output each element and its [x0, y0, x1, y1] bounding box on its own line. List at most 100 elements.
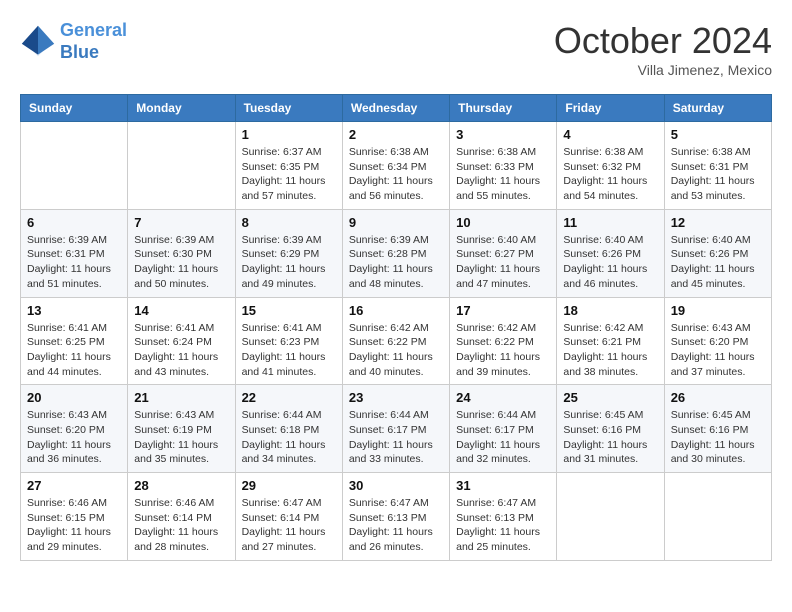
column-header-tuesday: Tuesday	[235, 95, 342, 122]
day-number: 9	[349, 215, 443, 230]
day-content: Sunrise: 6:47 AM Sunset: 6:13 PM Dayligh…	[456, 496, 550, 555]
day-number: 7	[134, 215, 228, 230]
day-number: 18	[563, 303, 657, 318]
logo-icon	[20, 24, 56, 60]
day-number: 6	[27, 215, 121, 230]
calendar-cell: 20 Sunrise: 6:43 AM Sunset: 6:20 PM Dayli…	[21, 385, 128, 473]
calendar-cell	[128, 122, 235, 210]
calendar-cell: 22Sunrise: 6:44 AM Sunset: 6:18 PM Dayli…	[235, 385, 342, 473]
calendar-cell: 16 Sunrise: 6:42 AM Sunset: 6:22 PM Dayli…	[342, 297, 449, 385]
day-content: Sunrise: 6:40 AM Sunset: 6:26 PM Dayligh…	[563, 233, 657, 292]
calendar-cell: 10 Sunrise: 6:40 AM Sunset: 6:27 PM Dayli…	[450, 209, 557, 297]
day-number: 28	[134, 478, 228, 493]
day-number: 14	[134, 303, 228, 318]
calendar-cell: 24Sunrise: 6:44 AM Sunset: 6:17 PM Dayli…	[450, 385, 557, 473]
calendar-cell: 6 Sunrise: 6:39 AM Sunset: 6:31 PM Daylig…	[21, 209, 128, 297]
column-header-sunday: Sunday	[21, 95, 128, 122]
day-content: Sunrise: 6:41 AM Sunset: 6:25 PM Dayligh…	[27, 321, 121, 380]
day-number: 25	[563, 390, 657, 405]
column-header-saturday: Saturday	[664, 95, 771, 122]
day-content: Sunrise: 6:41 AM Sunset: 6:23 PM Dayligh…	[242, 321, 336, 380]
day-number: 30	[349, 478, 443, 493]
calendar-week-3: 13 Sunrise: 6:41 AM Sunset: 6:25 PM Dayli…	[21, 297, 772, 385]
page-header: General Blue October 2024 Villa Jimenez,…	[20, 20, 772, 78]
calendar-cell: 4Sunrise: 6:38 AM Sunset: 6:32 PM Daylig…	[557, 122, 664, 210]
logo-text: General Blue	[60, 20, 127, 63]
calendar-table: SundayMondayTuesdayWednesdayThursdayFrid…	[20, 94, 772, 561]
day-content: Sunrise: 6:46 AM Sunset: 6:15 PM Dayligh…	[27, 496, 121, 555]
day-number: 12	[671, 215, 765, 230]
day-content: Sunrise: 6:45 AM Sunset: 6:16 PM Dayligh…	[563, 408, 657, 467]
column-header-monday: Monday	[128, 95, 235, 122]
calendar-cell: 23Sunrise: 6:44 AM Sunset: 6:17 PM Dayli…	[342, 385, 449, 473]
calendar-week-5: 27 Sunrise: 6:46 AM Sunset: 6:15 PM Dayli…	[21, 473, 772, 561]
column-header-wednesday: Wednesday	[342, 95, 449, 122]
calendar-cell: 26 Sunrise: 6:45 AM Sunset: 6:16 PM Dayli…	[664, 385, 771, 473]
day-number: 13	[27, 303, 121, 318]
day-number: 20	[27, 390, 121, 405]
day-content: Sunrise: 6:38 AM Sunset: 6:32 PM Dayligh…	[563, 145, 657, 204]
day-content: Sunrise: 6:47 AM Sunset: 6:14 PM Dayligh…	[242, 496, 336, 555]
calendar-cell: 9Sunrise: 6:39 AM Sunset: 6:28 PM Daylig…	[342, 209, 449, 297]
day-content: Sunrise: 6:41 AM Sunset: 6:24 PM Dayligh…	[134, 321, 228, 380]
calendar-cell	[664, 473, 771, 561]
logo: General Blue	[20, 20, 127, 63]
calendar-cell: 30 Sunrise: 6:47 AM Sunset: 6:13 PM Dayli…	[342, 473, 449, 561]
day-number: 5	[671, 127, 765, 142]
calendar-cell: 8Sunrise: 6:39 AM Sunset: 6:29 PM Daylig…	[235, 209, 342, 297]
calendar-cell: 25 Sunrise: 6:45 AM Sunset: 6:16 PM Dayli…	[557, 385, 664, 473]
calendar-cell: 2 Sunrise: 6:38 AM Sunset: 6:34 PM Daylig…	[342, 122, 449, 210]
day-number: 2	[349, 127, 443, 142]
day-content: Sunrise: 6:47 AM Sunset: 6:13 PM Dayligh…	[349, 496, 443, 555]
calendar-cell: 11 Sunrise: 6:40 AM Sunset: 6:26 PM Dayli…	[557, 209, 664, 297]
day-content: Sunrise: 6:39 AM Sunset: 6:31 PM Dayligh…	[27, 233, 121, 292]
day-number: 11	[563, 215, 657, 230]
calendar-cell	[21, 122, 128, 210]
day-content: Sunrise: 6:43 AM Sunset: 6:20 PM Dayligh…	[671, 321, 765, 380]
day-content: Sunrise: 6:40 AM Sunset: 6:27 PM Dayligh…	[456, 233, 550, 292]
day-number: 15	[242, 303, 336, 318]
day-number: 23	[349, 390, 443, 405]
calendar-cell: 7 Sunrise: 6:39 AM Sunset: 6:30 PM Daylig…	[128, 209, 235, 297]
day-content: Sunrise: 6:43 AM Sunset: 6:20 PM Dayligh…	[27, 408, 121, 467]
day-number: 16	[349, 303, 443, 318]
day-number: 10	[456, 215, 550, 230]
day-content: Sunrise: 6:38 AM Sunset: 6:34 PM Dayligh…	[349, 145, 443, 204]
calendar-cell: 15 Sunrise: 6:41 AM Sunset: 6:23 PM Dayli…	[235, 297, 342, 385]
day-content: Sunrise: 6:38 AM Sunset: 6:31 PM Dayligh…	[671, 145, 765, 204]
day-content: Sunrise: 6:39 AM Sunset: 6:29 PM Dayligh…	[242, 233, 336, 292]
day-content: Sunrise: 6:43 AM Sunset: 6:19 PM Dayligh…	[134, 408, 228, 467]
calendar-week-1: 1 Sunrise: 6:37 AM Sunset: 6:35 PM Daylig…	[21, 122, 772, 210]
day-number: 26	[671, 390, 765, 405]
day-number: 29	[242, 478, 336, 493]
calendar-header-row: SundayMondayTuesdayWednesdayThursdayFrid…	[21, 95, 772, 122]
calendar-cell: 12Sunrise: 6:40 AM Sunset: 6:26 PM Dayli…	[664, 209, 771, 297]
day-number: 1	[242, 127, 336, 142]
day-content: Sunrise: 6:42 AM Sunset: 6:22 PM Dayligh…	[349, 321, 443, 380]
calendar-cell: 1 Sunrise: 6:37 AM Sunset: 6:35 PM Daylig…	[235, 122, 342, 210]
day-content: Sunrise: 6:42 AM Sunset: 6:21 PM Dayligh…	[563, 321, 657, 380]
calendar-cell: 18 Sunrise: 6:42 AM Sunset: 6:21 PM Dayli…	[557, 297, 664, 385]
day-number: 27	[27, 478, 121, 493]
day-content: Sunrise: 6:46 AM Sunset: 6:14 PM Dayligh…	[134, 496, 228, 555]
day-content: Sunrise: 6:39 AM Sunset: 6:30 PM Dayligh…	[134, 233, 228, 292]
day-content: Sunrise: 6:45 AM Sunset: 6:16 PM Dayligh…	[671, 408, 765, 467]
calendar-cell: 28 Sunrise: 6:46 AM Sunset: 6:14 PM Dayli…	[128, 473, 235, 561]
calendar-cell: 17 Sunrise: 6:42 AM Sunset: 6:22 PM Dayli…	[450, 297, 557, 385]
day-content: Sunrise: 6:42 AM Sunset: 6:22 PM Dayligh…	[456, 321, 550, 380]
day-number: 17	[456, 303, 550, 318]
location-subtitle: Villa Jimenez, Mexico	[554, 62, 772, 78]
column-header-friday: Friday	[557, 95, 664, 122]
column-header-thursday: Thursday	[450, 95, 557, 122]
calendar-cell: 31Sunrise: 6:47 AM Sunset: 6:13 PM Dayli…	[450, 473, 557, 561]
day-content: Sunrise: 6:37 AM Sunset: 6:35 PM Dayligh…	[242, 145, 336, 204]
calendar-cell: 19 Sunrise: 6:43 AM Sunset: 6:20 PM Dayli…	[664, 297, 771, 385]
day-content: Sunrise: 6:38 AM Sunset: 6:33 PM Dayligh…	[456, 145, 550, 204]
calendar-week-2: 6 Sunrise: 6:39 AM Sunset: 6:31 PM Daylig…	[21, 209, 772, 297]
calendar-cell: 5 Sunrise: 6:38 AM Sunset: 6:31 PM Daylig…	[664, 122, 771, 210]
day-number: 19	[671, 303, 765, 318]
calendar-cell: 14 Sunrise: 6:41 AM Sunset: 6:24 PM Dayli…	[128, 297, 235, 385]
month-title: October 2024	[554, 20, 772, 62]
day-number: 24	[456, 390, 550, 405]
calendar-cell	[557, 473, 664, 561]
